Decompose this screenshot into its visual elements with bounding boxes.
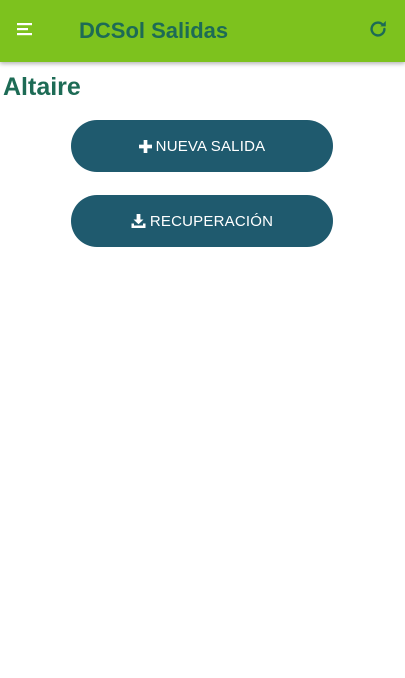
menu-icon (16, 21, 34, 42)
station-name: Altaire (3, 73, 81, 101)
menu-button[interactable] (10, 16, 40, 46)
plus-icon (138, 139, 152, 153)
refresh-button[interactable] (363, 16, 393, 46)
refresh-icon (367, 18, 389, 45)
recovery-button[interactable]: RECUPERACIÓN (71, 195, 333, 247)
recovery-label: RECUPERACIÓN (149, 212, 274, 230)
app-toolbar: DCSol Salidas (0, 0, 405, 62)
new-exit-button[interactable]: NUEVA SALIDA (71, 120, 333, 172)
app-title: DCSol Salidas (79, 18, 229, 43)
download-icon (131, 214, 146, 228)
new-exit-label: NUEVA SALIDA (155, 137, 266, 155)
